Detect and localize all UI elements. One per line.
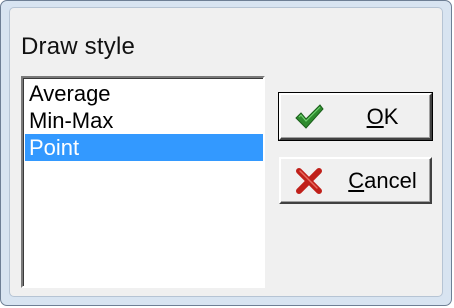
ok-label-rest: K <box>383 104 399 129</box>
list-item-average[interactable]: Average <box>25 80 263 107</box>
dialog-window: Draw style Average Min-Max Point OK Canc… <box>0 0 452 306</box>
list-item-min-max[interactable]: Min-Max <box>25 107 263 134</box>
ok-button[interactable]: OK <box>278 92 433 141</box>
checkmark-icon <box>295 104 324 129</box>
cancel-button-label: Cancel <box>341 159 424 202</box>
ok-button-label: OK <box>341 95 424 138</box>
dialog-title: Draw style <box>21 33 136 60</box>
draw-style-listbox[interactable]: Average Min-Max Point <box>21 76 265 288</box>
cross-icon <box>296 168 322 194</box>
cancel-label-rest: ancel <box>364 168 417 193</box>
cancel-button[interactable]: Cancel <box>279 157 432 204</box>
ok-accelerator: O <box>366 104 384 129</box>
cancel-accelerator: C <box>348 168 365 193</box>
list-item-point[interactable]: Point <box>25 134 263 161</box>
